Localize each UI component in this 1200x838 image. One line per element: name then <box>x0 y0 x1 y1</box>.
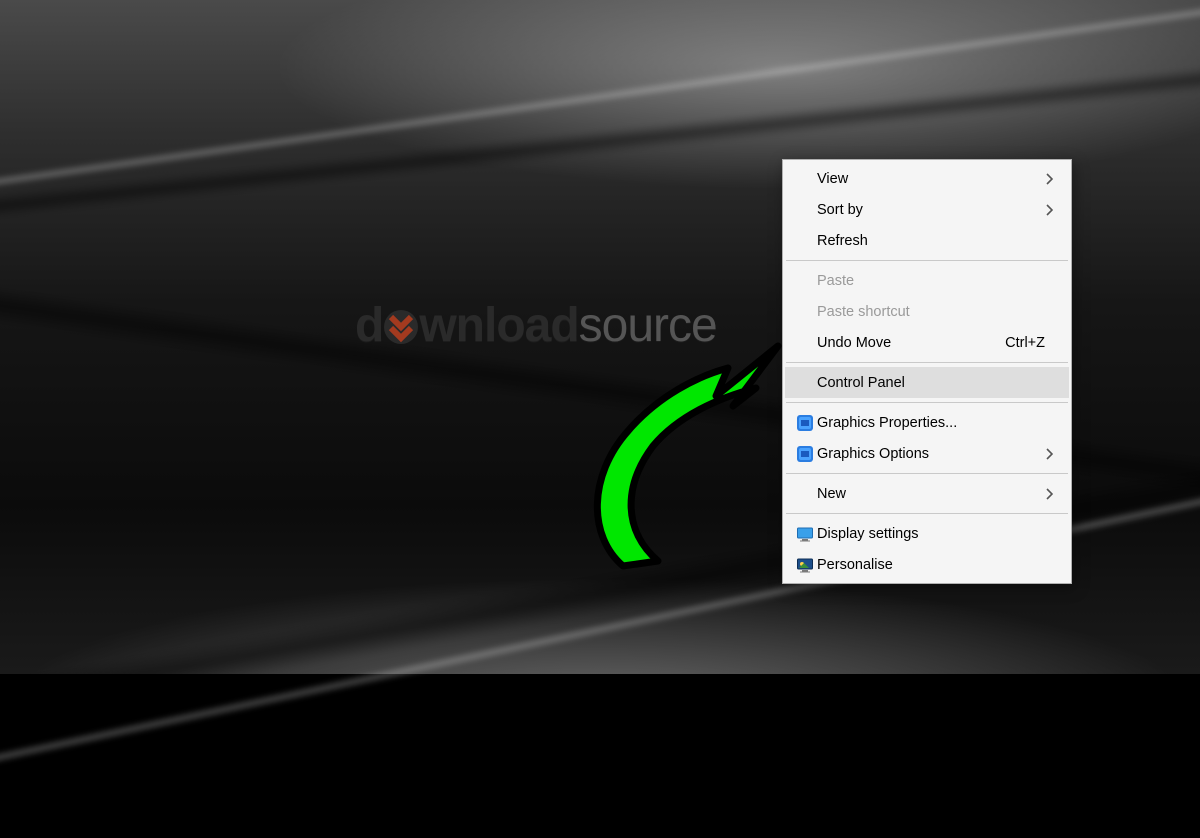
menu-item-label: Undo Move <box>817 335 1005 351</box>
intel-icon <box>793 445 817 463</box>
menu-separator <box>786 402 1068 403</box>
logo-text-source: source <box>579 299 717 352</box>
menu-item-shortcut: Ctrl+Z <box>1005 335 1045 351</box>
menu-item-paste: Paste <box>785 265 1069 296</box>
menu-item-label: Paste <box>817 273 1045 289</box>
menu-item-new[interactable]: New <box>785 478 1069 509</box>
desktop-context-menu: View Sort by Refresh Paste Paste shortcut Und… <box>782 159 1072 584</box>
menu-item-controlpanel[interactable]: Control Panel <box>785 367 1069 398</box>
menu-item-view[interactable]: View <box>785 163 1069 194</box>
menu-item-gfxoptions[interactable]: Graphics Options <box>785 438 1069 469</box>
menu-item-label: Sort by <box>817 202 1045 218</box>
menu-item-label: New <box>817 486 1045 502</box>
menu-item-label: Control Panel <box>817 375 1045 391</box>
submenu-chevron-icon <box>1045 448 1059 460</box>
menu-separator <box>786 362 1068 363</box>
menu-item-label: Personalise <box>817 557 1045 573</box>
down-chevron-icon <box>383 307 419 347</box>
menu-item-display[interactable]: Display settings <box>785 518 1069 549</box>
menu-item-personalise[interactable]: Personalise <box>785 549 1069 580</box>
menu-item-label: Graphics Options <box>817 446 1045 462</box>
menu-separator <box>786 260 1068 261</box>
menu-item-label: Refresh <box>817 233 1045 249</box>
menu-item-refresh[interactable]: Refresh <box>785 225 1069 256</box>
menu-item-label: Graphics Properties... <box>817 415 1045 431</box>
menu-item-label: Display settings <box>817 526 1045 542</box>
submenu-chevron-icon <box>1045 173 1059 185</box>
submenu-chevron-icon <box>1045 204 1059 216</box>
menu-separator <box>786 473 1068 474</box>
logo-text-d: d <box>355 299 383 352</box>
menu-separator <box>786 513 1068 514</box>
menu-item-undomove[interactable]: Undo MoveCtrl+Z <box>785 327 1069 358</box>
menu-item-gfxprops[interactable]: Graphics Properties... <box>785 407 1069 438</box>
wallpaper-logo: d wnloadsource <box>355 298 717 353</box>
submenu-chevron-icon <box>1045 488 1059 500</box>
logo-text-wnload: wnload <box>419 299 578 352</box>
personalise-icon <box>793 556 817 574</box>
intel-icon <box>793 414 817 432</box>
menu-item-label: Paste shortcut <box>817 304 1045 320</box>
display-icon <box>793 525 817 543</box>
menu-item-pasteshortcut: Paste shortcut <box>785 296 1069 327</box>
menu-item-sortby[interactable]: Sort by <box>785 194 1069 225</box>
menu-item-label: View <box>817 171 1045 187</box>
